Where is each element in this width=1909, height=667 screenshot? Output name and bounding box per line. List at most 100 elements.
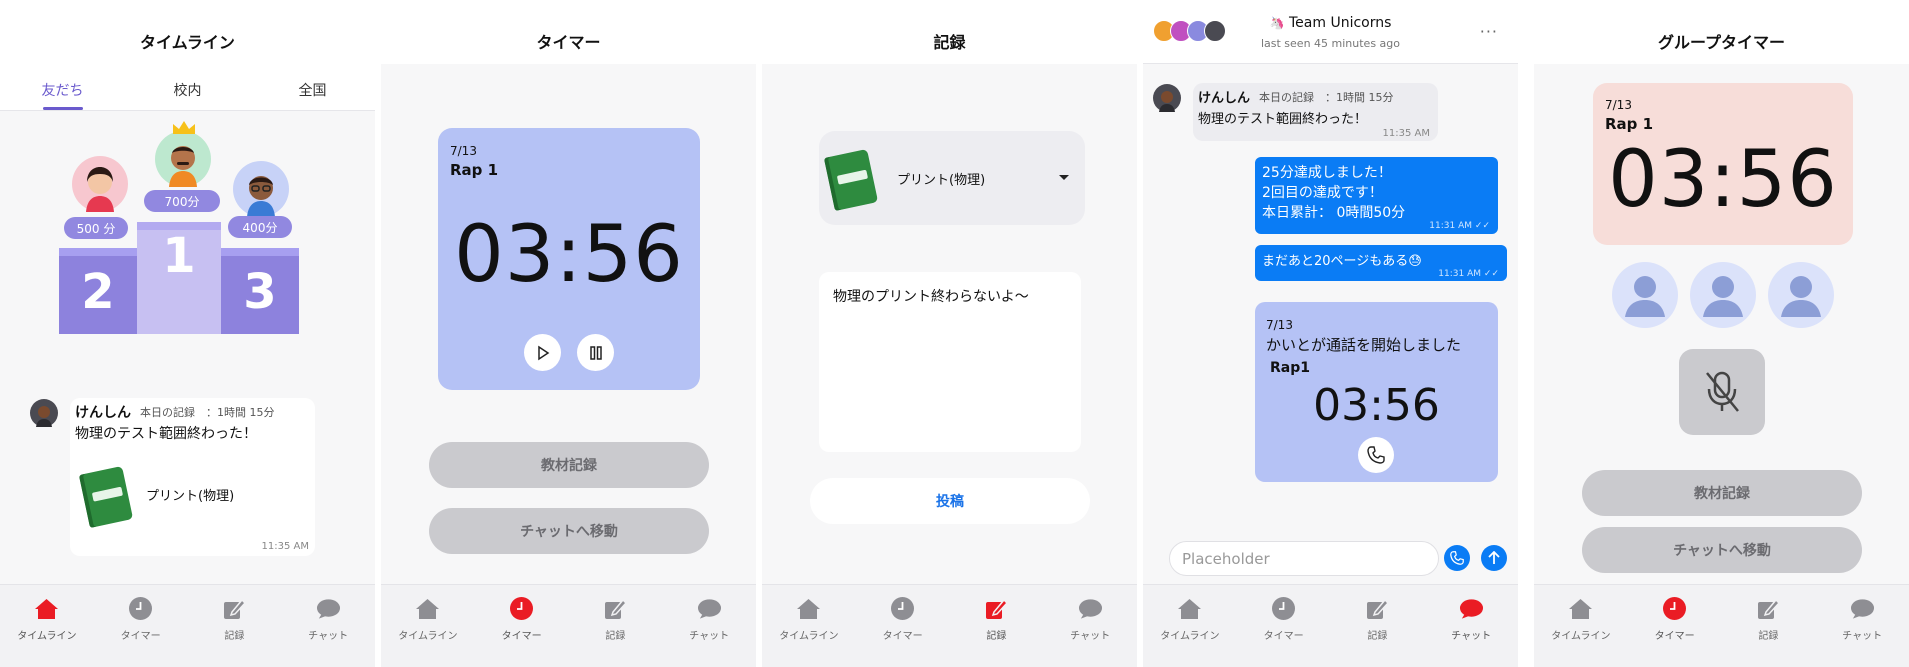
tab-label: 記録 [224, 631, 245, 642]
tab-record[interactable]: 記録 [1722, 585, 1816, 667]
go-to-chat-button[interactable]: チャットへ移動 [1582, 527, 1862, 573]
tab-bar: タイムライン タイマー 記録 チャット [381, 584, 756, 667]
group-name-text: Team Unicorns [1289, 15, 1392, 31]
home-icon [1177, 596, 1202, 621]
group-name: 🦄 Team Unicorns [1143, 15, 1518, 31]
avatar[interactable] [30, 399, 58, 427]
member-avatar[interactable] [1690, 262, 1756, 328]
podium-second: 2 [59, 256, 137, 334]
pause-button[interactable] [577, 334, 614, 371]
book-icon [823, 149, 879, 211]
book-icon [78, 466, 134, 528]
material-record-button[interactable]: 教材記録 [429, 442, 709, 488]
avatar-second[interactable] [72, 156, 128, 212]
pause-icon [589, 345, 602, 360]
points-badge: 400分 [228, 216, 292, 238]
tab-friends[interactable]: 友だち [0, 64, 125, 110]
edit-icon [222, 596, 247, 621]
call-card[interactable]: 7/13 かいとが通話を開始しました Rap1 03:56 [1255, 302, 1498, 482]
play-icon [537, 345, 549, 360]
message-time: 11:31 AM ✓✓ [1438, 269, 1499, 279]
clock-icon [1271, 596, 1296, 621]
tab-timer[interactable]: タイマー [1628, 585, 1722, 667]
tab-timer[interactable]: タイマー [1237, 585, 1331, 667]
podium-top [221, 248, 299, 256]
tab-school[interactable]: 校内 [125, 64, 250, 110]
tab-chat[interactable]: チャット [662, 585, 756, 667]
phone-call-icon [1450, 551, 1464, 565]
clock-icon [1662, 596, 1687, 621]
tab-national[interactable]: 全国 [250, 64, 375, 110]
tab-timer[interactable]: タイマー [856, 585, 950, 667]
tab-chat[interactable]: チャット [1815, 585, 1909, 667]
chat-bubble-icon [697, 596, 722, 621]
tab-label: チャット [308, 631, 349, 642]
timeline-post[interactable]: けんしん 本日の記録 ：1時間 15分 物理のテスト範囲終わった！ プリント(物… [70, 398, 315, 556]
memo-field[interactable]: 物理のプリント終わらないよ〜 [819, 272, 1081, 452]
home-icon [1568, 596, 1593, 621]
home-icon [415, 596, 440, 621]
outgoing-message[interactable]: まだあと20ページもある😓 11:31 AM ✓✓ [1255, 245, 1507, 281]
mute-button[interactable] [1679, 349, 1765, 435]
crown-icon [171, 120, 197, 136]
podium-top [137, 222, 221, 230]
tab-record[interactable]: 記録 [950, 585, 1044, 667]
chat-header: 🦄 Team Unicorns last seen 45 minutes ago… [1143, 0, 1518, 64]
tab-chat[interactable]: チャット [1043, 585, 1137, 667]
avatar-third[interactable] [233, 161, 289, 217]
avatar-first[interactable] [155, 131, 211, 187]
tab-record[interactable]: 記録 [188, 585, 282, 667]
timer-display: 03:56 [1313, 380, 1440, 431]
member-avatar[interactable] [1612, 262, 1678, 328]
unicorn-icon: 🦄 [1269, 16, 1285, 30]
message-line: 25分達成しました！ [1262, 165, 1392, 181]
tab-label: 記録 [605, 631, 626, 642]
chat-bubble-icon [316, 596, 341, 621]
tab-timer[interactable]: タイマー [94, 585, 188, 667]
timeline-screen: タイムライン 友だち 校内 全国 2 1 3 500 分 700分 400分 け… [0, 0, 375, 667]
tab-timer[interactable]: タイマー [475, 585, 569, 667]
tab-timeline[interactable]: タイムライン [0, 585, 94, 667]
tab-chat[interactable]: チャット [1424, 585, 1518, 667]
edit-icon [1756, 596, 1781, 621]
chat-bubble-icon [1850, 596, 1875, 621]
send-button[interactable] [1481, 545, 1507, 571]
tab-timeline[interactable]: タイムライン [1534, 585, 1628, 667]
avatar[interactable] [1153, 84, 1181, 112]
tab-label: タイマー [1654, 631, 1695, 642]
message-input[interactable]: Placeholder [1169, 541, 1439, 576]
home-icon [796, 596, 821, 621]
read-check-icon: ✓✓ [1483, 269, 1499, 279]
call-date: 7/13 [1266, 318, 1293, 332]
podium-first: 1 [137, 228, 221, 334]
incoming-message[interactable]: けんしん 本日の記録 ：1時間 15分 物理のテスト範囲終わった！ 11:35 … [1193, 83, 1438, 141]
call-button[interactable] [1358, 437, 1394, 473]
rank-number: 3 [243, 264, 277, 320]
outgoing-message[interactable]: 25分達成しました！ 2回目の達成です！ 本日累計： 0時間50分 11:31 … [1255, 157, 1498, 234]
more-icon[interactable]: ··· [1480, 22, 1498, 41]
tab-chat[interactable]: チャット [281, 585, 375, 667]
podium-top [59, 248, 137, 256]
tab-record[interactable]: 記録 [1331, 585, 1425, 667]
tab-timeline[interactable]: タイムライン [1143, 585, 1237, 667]
mic-off-icon [1706, 371, 1739, 412]
play-button[interactable] [524, 334, 561, 371]
tab-label: タイマー [501, 631, 542, 642]
post-button[interactable]: 投稿 [810, 478, 1090, 524]
timer-display: 03:56 [1608, 135, 1838, 225]
material-record-button[interactable]: 教材記録 [1582, 470, 1862, 516]
post-text: 物理のテスト範囲終わった！ [75, 426, 257, 442]
chat-screen: 🦄 Team Unicorns last seen 45 minutes ago… [1143, 0, 1518, 667]
points-badge: 700分 [144, 190, 220, 212]
tab-record[interactable]: 記録 [569, 585, 663, 667]
tab-timeline[interactable]: タイムライン [762, 585, 856, 667]
member-avatar[interactable] [1768, 262, 1834, 328]
read-check-icon: ✓✓ [1474, 221, 1490, 231]
tab-label: タイマー [1263, 631, 1304, 642]
clock-icon [509, 596, 534, 621]
tab-timeline[interactable]: タイムライン [381, 585, 475, 667]
go-to-chat-button[interactable]: チャットへ移動 [429, 508, 709, 554]
video-call-button[interactable] [1444, 545, 1470, 571]
material-select[interactable]: プリント(物理) [819, 131, 1085, 225]
page-title: タイマー [381, 0, 756, 64]
